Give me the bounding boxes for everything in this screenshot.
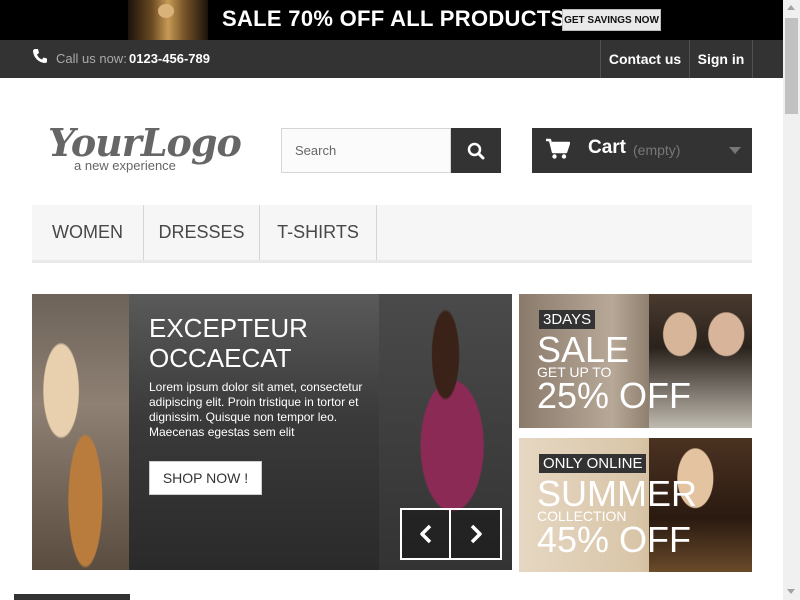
promo-model-image — [128, 0, 208, 40]
chevron-left-icon — [419, 524, 431, 544]
phone-number: 0123-456-789 — [129, 51, 210, 66]
banner-offer: 25% OFF — [537, 375, 692, 416]
slide-title-line-2: OCCAECAT — [149, 343, 292, 373]
scroll-up-arrow[interactable] — [787, 5, 795, 10]
scroll-down-arrow[interactable] — [787, 589, 795, 594]
phone-icon — [33, 49, 47, 63]
slider-prev-button[interactable] — [402, 510, 452, 558]
top-bar: Call us now: 0123-456-789 Contact us Sig… — [0, 40, 783, 78]
cart-status: (empty) — [633, 142, 681, 158]
banner-tag: 3DAYS — [539, 310, 596, 329]
bottom-tab[interactable] — [14, 594, 130, 600]
slider-next-button[interactable] — [451, 510, 500, 558]
banner-tag: ONLY ONLINE — [539, 454, 647, 473]
slide-preview-image — [32, 294, 129, 570]
cart-button[interactable]: Cart (empty) — [532, 128, 752, 173]
homepage-slider[interactable]: EXCEPTEUR OCCAECAT Lorem ipsum dolor sit… — [32, 294, 512, 570]
sign-in-link[interactable]: Sign in — [689, 40, 753, 78]
slide-description: Lorem ipsum dolor sit amet, consectetur … — [149, 380, 363, 439]
get-savings-button[interactable]: GET SAVINGS NOW — [562, 9, 661, 31]
promo-banner-sale[interactable]: 3DAYS SALE GET UP TO 25% OFF — [519, 294, 752, 428]
main-menu: WOMEN DRESSES T-SHIRTS — [32, 205, 752, 263]
scrollbar[interactable] — [783, 0, 800, 600]
search-icon — [467, 142, 485, 159]
contact-us-link[interactable]: Contact us — [600, 40, 689, 78]
slide-title: EXCEPTEUR OCCAECAT — [149, 313, 379, 373]
cart-icon — [546, 138, 570, 159]
menu-item-t-shirts[interactable]: T-SHIRTS — [260, 205, 377, 260]
scrollbar-thumb[interactable] — [785, 18, 798, 114]
site-logo[interactable]: YourLogo a new experience — [48, 120, 242, 180]
search-input[interactable] — [281, 128, 451, 173]
cart-label: Cart — [588, 137, 627, 158]
banner-offer: 45% OFF — [537, 519, 692, 560]
slider-controls — [400, 508, 502, 560]
banner-headline: SUMMER — [537, 473, 697, 514]
chevron-right-icon — [470, 524, 482, 544]
banner-headline: SALE — [537, 329, 630, 370]
logo-tagline: a new experience — [74, 158, 176, 173]
menu-item-dresses[interactable]: DRESSES — [144, 205, 260, 260]
slide-title-line-1: EXCEPTEUR — [149, 313, 308, 343]
menu-item-women[interactable]: WOMEN — [32, 205, 144, 260]
promo-banner[interactable]: SALE 70% OFF ALL PRODUCTS GET SAVINGS NO… — [0, 0, 783, 40]
chevron-down-icon — [729, 147, 741, 154]
shop-now-button[interactable]: SHOP NOW ! — [149, 461, 262, 495]
search-button[interactable] — [451, 128, 501, 173]
promo-text: SALE 70% OFF ALL PRODUCTS — [222, 6, 566, 31]
promo-banner-summer[interactable]: ONLY ONLINE SUMMER COLLECTION 45% OFF — [519, 438, 752, 572]
call-us-label: Call us now: — [56, 51, 127, 66]
